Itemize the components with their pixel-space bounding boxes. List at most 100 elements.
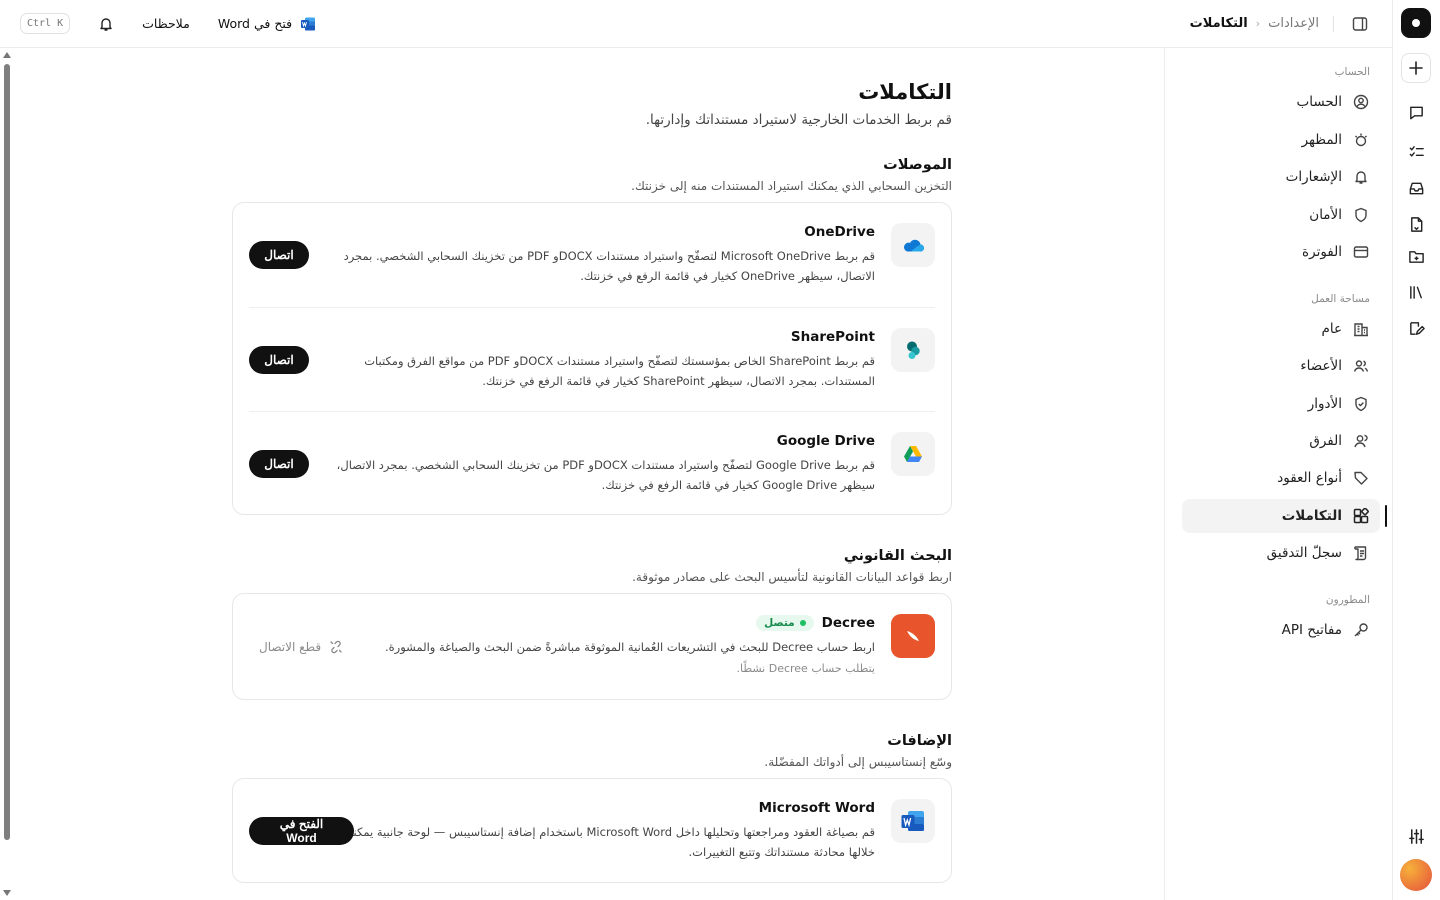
status-dot-icon xyxy=(799,620,806,626)
disconnect-label: قطع الاتصال xyxy=(259,640,322,654)
addons-card: Microsoft Word قم بصياغة العقود ومراجعته… xyxy=(232,778,952,883)
addons-description: وسّع إنستاسيبس إلى أدواتك المفضّلة. xyxy=(764,755,952,769)
breadcrumb: الإعدادات ‹ التكاملات xyxy=(1190,0,1368,47)
shield-icon xyxy=(1352,206,1370,224)
scroll-down-arrow[interactable] xyxy=(3,890,11,896)
sidebar-item-members[interactable]: الأعضاء xyxy=(1182,349,1380,383)
sidebar-item-account[interactable]: الحساب xyxy=(1182,85,1380,119)
open-in-word-addon-button[interactable]: الفتح في Word xyxy=(249,817,354,845)
word-icon xyxy=(300,16,316,32)
section-account-heading: الحساب xyxy=(1334,66,1370,78)
sidebar-item-general[interactable]: عام xyxy=(1182,312,1380,346)
sidebar-item-audit-log[interactable]: سجلّ التدقيق xyxy=(1182,536,1380,570)
integration-name: Microsoft Word xyxy=(758,800,875,816)
sidebar-item-notifications[interactable]: الإشعارات xyxy=(1182,160,1380,194)
open-in-word-label: فتح في Word xyxy=(217,16,293,31)
connectors-heading: الموصلات xyxy=(883,157,952,173)
appearance-icon xyxy=(1352,131,1370,149)
sidebar-item-label: سجلّ التدقيق xyxy=(1266,545,1342,561)
integration-name: SharePoint xyxy=(790,329,875,345)
scrollbar-thumb[interactable] xyxy=(4,64,10,840)
sidebar-item-label: مفاتيح API xyxy=(1281,622,1342,638)
scroll-up-arrow[interactable] xyxy=(3,52,11,58)
sidebar-item-label: التكاملات xyxy=(1281,508,1342,524)
document-icon[interactable] xyxy=(1401,209,1431,239)
connectors-card: OneDrive قم بربط Microsoft OneDrive لتصف… xyxy=(232,202,952,515)
google-drive-icon xyxy=(891,432,935,476)
sidebar-item-billing[interactable]: الفوترة xyxy=(1182,235,1380,269)
integration-description: قم بربط Google Drive لتصفّح واستيراد مست… xyxy=(336,458,875,492)
sharepoint-icon xyxy=(891,328,935,372)
integration-name: OneDrive xyxy=(804,224,875,240)
breadcrumb-current: التكاملات xyxy=(1189,16,1248,31)
sidebar-item-teams[interactable]: الفرق xyxy=(1182,424,1380,458)
sidebar-item-contract-types[interactable]: أنواع العقود xyxy=(1182,461,1380,495)
unlink-icon xyxy=(329,640,343,654)
folder-icon[interactable] xyxy=(1401,241,1431,271)
integration-description: قم بربط SharePoint الخاص بمؤسستك لتصفّح … xyxy=(364,354,875,388)
sliders-icon[interactable] xyxy=(1401,821,1431,851)
integration-row-sharepoint: SharePoint قم بربط SharePoint الخاص بمؤس… xyxy=(249,307,935,411)
integration-description: قم بصياغة العقود ومراجعتها وتحليلها داخل… xyxy=(325,825,875,859)
sidebar-item-label: الإشعارات xyxy=(1285,169,1342,185)
team-icon xyxy=(1352,432,1370,450)
connect-google-drive-button[interactable]: اتصال xyxy=(249,450,309,478)
word-icon xyxy=(891,799,935,843)
plus-icon[interactable] xyxy=(1401,53,1431,83)
tag-icon xyxy=(1352,469,1370,487)
section-developers-heading: المطورون xyxy=(1325,594,1370,606)
sidebar-item-label: الأعضاء xyxy=(1300,358,1342,374)
sidebar-item-integrations[interactable]: التكاملات xyxy=(1182,499,1380,533)
sidebar-item-api-keys[interactable]: مفاتيح API xyxy=(1182,613,1380,647)
integration-note: يتطلب حساب Decree نشطًا. xyxy=(736,662,875,675)
sidebar-item-label: الفوترة xyxy=(1302,244,1342,260)
sidebar-item-label: أنواع العقود xyxy=(1277,470,1342,486)
settings-sidebar: الحساب الحساب المظهر الإشعارات الأمان ال… xyxy=(1164,48,1392,900)
status-label: متصل xyxy=(764,617,795,629)
integrations-icon xyxy=(1352,507,1370,525)
sidebar-toggle-icon[interactable] xyxy=(1352,16,1368,32)
page-subtitle: قم بربط الخدمات الخارجية لاستيراد مستندا… xyxy=(645,112,952,128)
sidebar-item-label: الحساب xyxy=(1296,94,1342,110)
shield-check-icon xyxy=(1352,395,1370,413)
logo-icon[interactable] xyxy=(1401,8,1431,38)
user-circle-icon xyxy=(1352,93,1370,111)
app-window: الإعدادات ‹ التكاملات Ctrl K ملاحظات فتح… xyxy=(0,0,1440,900)
sidebar-item-label: الفرق xyxy=(1309,433,1342,449)
legal-research-card: Decree متصل اربط حساب Decree للبحث في ال… xyxy=(232,593,952,700)
addons-heading: الإضافات xyxy=(887,733,952,749)
main-content: التكاملات قم بربط الخدمات الخارجية لاستي… xyxy=(232,48,952,900)
members-icon xyxy=(1352,357,1370,375)
disconnect-decree-button[interactable]: قطع الاتصال xyxy=(259,640,343,654)
breadcrumb-settings[interactable]: الإعدادات xyxy=(1268,16,1319,31)
tasks-icon[interactable] xyxy=(1401,137,1431,167)
connect-onedrive-button[interactable]: اتصال xyxy=(249,241,309,269)
library-icon[interactable] xyxy=(1401,277,1431,307)
integration-name: Decree xyxy=(821,615,875,631)
topbar-actions: Ctrl K ملاحظات فتح في Word xyxy=(20,0,316,47)
integration-description: قم بربط Microsoft OneDrive لتصفّح واستير… xyxy=(343,249,875,283)
open-in-word-button[interactable]: فتح في Word xyxy=(218,16,316,32)
integration-row-decree: Decree متصل اربط حساب Decree للبحث في ال… xyxy=(249,594,935,699)
integration-row-word: Microsoft Word قم بصياغة العقود ومراجعته… xyxy=(249,779,935,883)
page-title: التكاملات xyxy=(858,80,952,104)
integration-description: اربط حساب Decree للبحث في التشريعات العُ… xyxy=(385,640,875,654)
chat-icon[interactable] xyxy=(1401,97,1431,127)
sidebar-item-label: المظهر xyxy=(1301,132,1342,148)
avatar[interactable] xyxy=(1400,859,1432,891)
inbox-icon[interactable] xyxy=(1401,173,1431,203)
edit-icon[interactable] xyxy=(1401,313,1431,343)
onedrive-icon xyxy=(891,223,935,267)
scrollbar[interactable] xyxy=(0,48,14,900)
key-icon xyxy=(1352,621,1370,639)
decree-icon xyxy=(891,614,935,658)
sidebar-item-appearance[interactable]: المظهر xyxy=(1182,123,1380,157)
notes-button[interactable]: ملاحظات xyxy=(142,16,190,31)
integration-row-onedrive: OneDrive قم بربط Microsoft OneDrive لتصف… xyxy=(249,203,935,307)
command-shortcut[interactable]: Ctrl K xyxy=(20,13,71,34)
connect-sharepoint-button[interactable]: اتصال xyxy=(249,346,309,374)
sidebar-item-label: الأمان xyxy=(1309,207,1342,223)
bell-icon[interactable] xyxy=(98,16,114,32)
sidebar-item-roles[interactable]: الأدوار xyxy=(1182,387,1380,421)
sidebar-item-security[interactable]: الأمان xyxy=(1182,198,1380,232)
